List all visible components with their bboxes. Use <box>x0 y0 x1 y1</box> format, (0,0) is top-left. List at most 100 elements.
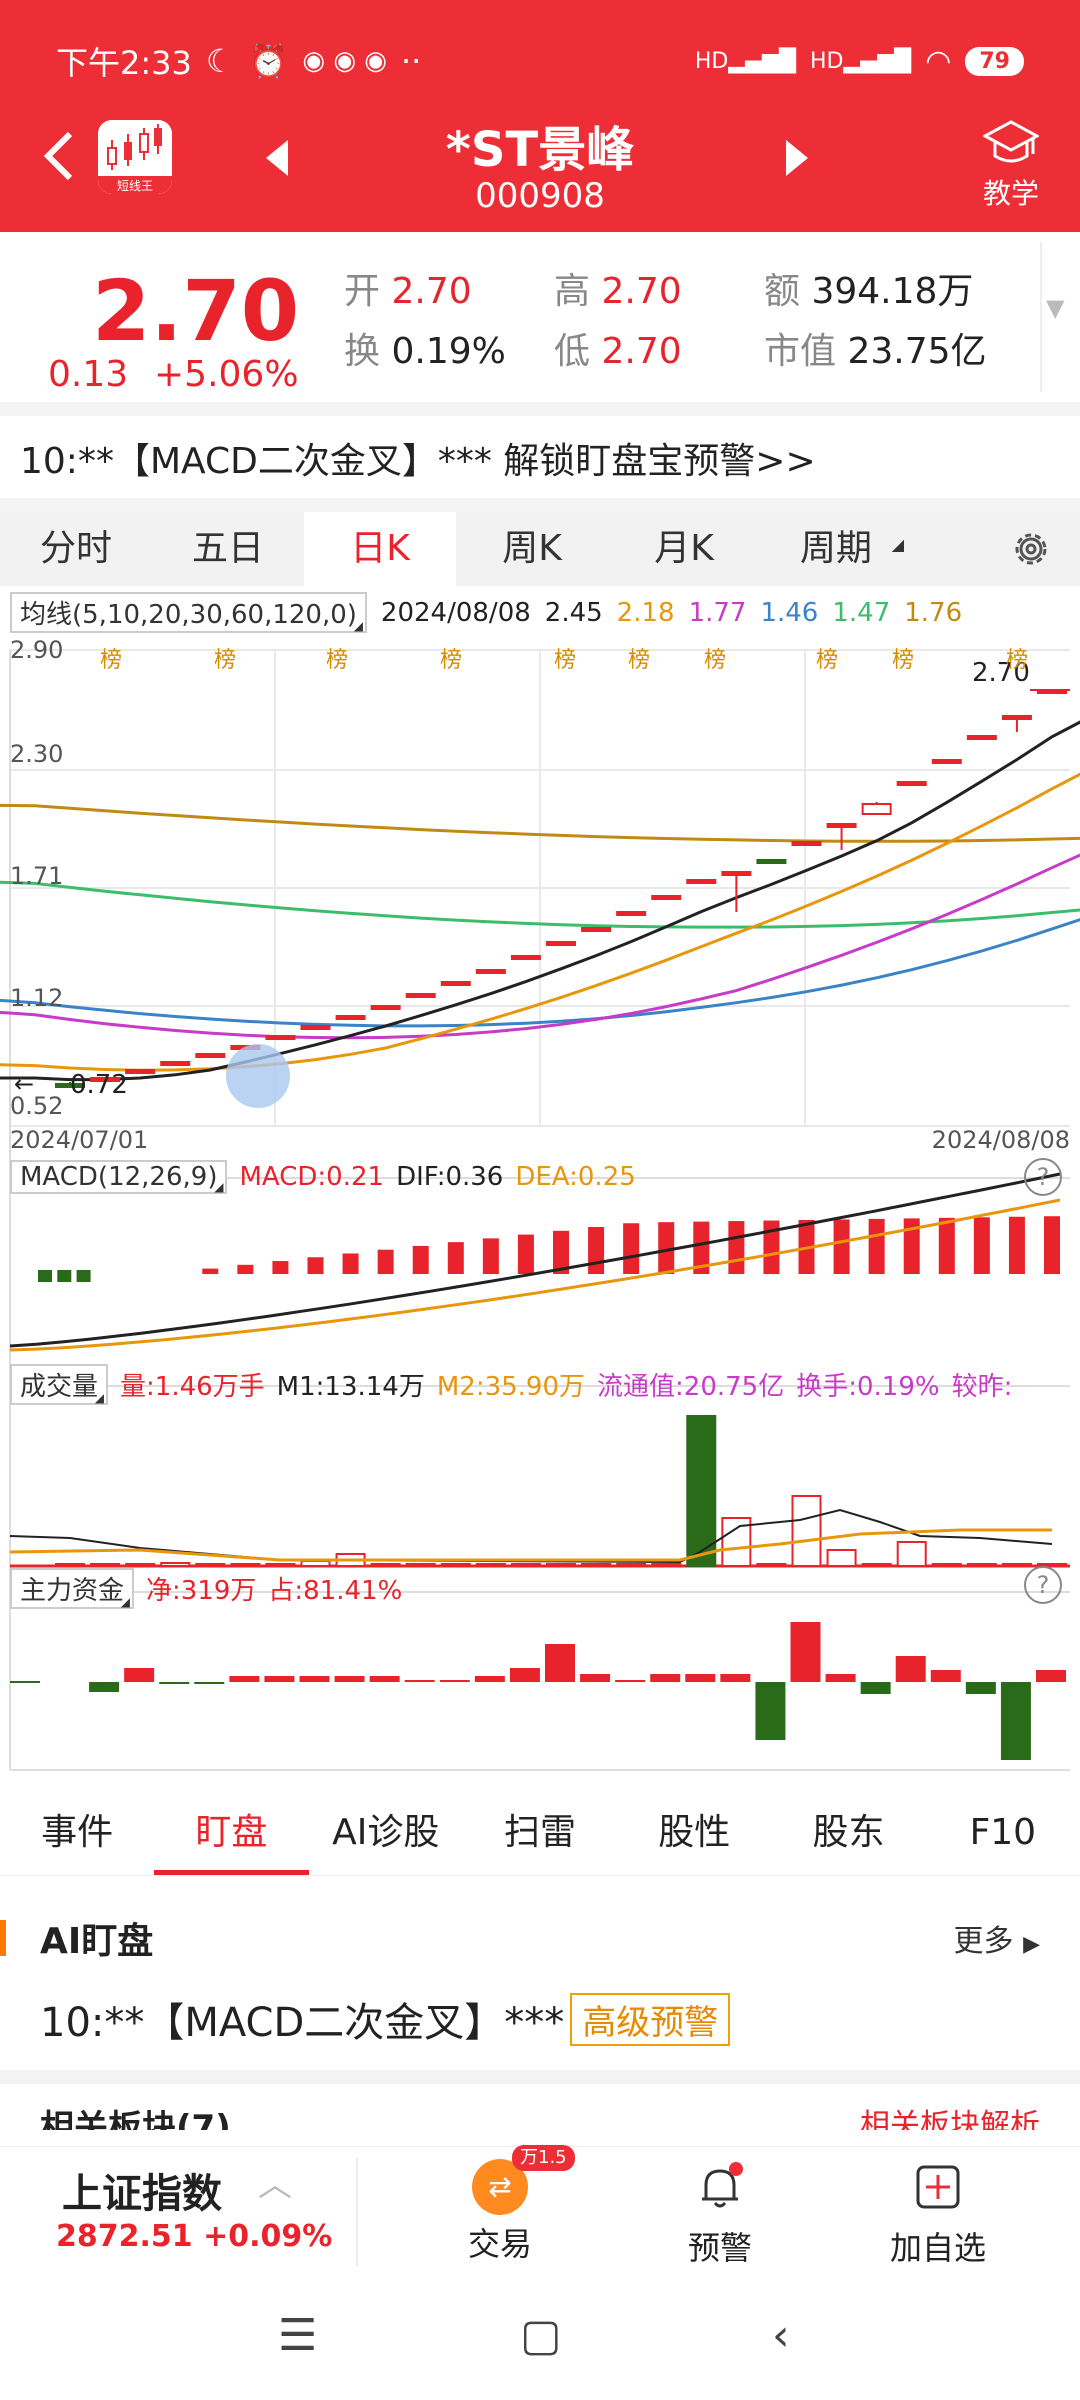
fund-settings-button[interactable]: 主力资金 ◢ <box>10 1568 135 1609</box>
gear-icon[interactable] <box>1010 528 1052 570</box>
add-favorite-button[interactable]: 加自选 <box>868 2159 1008 2269</box>
volume-bar <box>616 1563 647 1567</box>
fund-bar <box>755 1682 786 1740</box>
price-change: 0.13 <box>48 354 129 395</box>
tab-ai-diagnosis[interactable]: AI诊股 <box>309 1790 463 1875</box>
tab-monthly-k[interactable]: 月K <box>608 512 760 586</box>
tab-f10[interactable]: F10 <box>926 1790 1080 1875</box>
back-nav-icon[interactable]: ‹ <box>772 2310 790 2361</box>
bang-marker[interactable]: 榜 <box>554 642 576 674</box>
candle <box>791 841 822 846</box>
alarm-icon: ⏰ <box>248 42 289 80</box>
volume-bar <box>405 1563 436 1567</box>
add-favorite-icon <box>916 2165 960 2209</box>
candle <box>686 879 717 884</box>
macd-bar <box>833 1219 850 1274</box>
ma-settings-button[interactable]: 均线(5,10,20,30,60,120,0) ◢ <box>10 592 367 633</box>
chevron-up-icon[interactable]: ︿ <box>258 2157 292 2206</box>
volume-bar <box>966 1563 997 1567</box>
macd-alert-banner[interactable]: 10:**【MACD二次金叉】*** 解锁盯盘宝预警>> <box>0 424 1080 500</box>
home-icon[interactable]: ▢ <box>520 2310 562 2361</box>
fund-bar <box>965 1682 996 1694</box>
macd-help-icon[interactable]: ? <box>1024 1158 1062 1196</box>
fund-bar <box>650 1674 681 1682</box>
fund-bar <box>1000 1682 1031 1760</box>
tab-intraday[interactable]: 分时 <box>0 512 152 586</box>
macd-bar <box>412 1245 429 1274</box>
tab-daily-k[interactable]: 日K <box>304 512 456 586</box>
volume-legend: 成交量 ◢ 量:1.46万手 M1:13.14万 M2:35.90万 流通值:20… <box>10 1364 1012 1405</box>
ai-alert-item[interactable]: 10:**【MACD二次金叉】*** 高级预警 <box>40 1990 731 2048</box>
volume-turnover: 换手:0.19% <box>796 1372 940 1402</box>
bang-marker[interactable]: 榜 <box>214 642 236 674</box>
fund-bar <box>895 1656 926 1682</box>
macd-bar <box>868 1218 885 1274</box>
signal-icon-2: HD▂▄▆█ <box>810 48 912 74</box>
teach-button[interactable]: 教学 <box>976 118 1046 212</box>
tab-five-day[interactable]: 五日 <box>152 512 304 586</box>
ma10-value: 2.18 <box>616 597 675 628</box>
index-name[interactable]: 上证指数 <box>62 2161 222 2219</box>
tab-events[interactable]: 事件 <box>0 1790 154 1875</box>
signal-icon: HD▂▄▆█ <box>694 48 797 74</box>
tab-watch[interactable]: 盯盘 <box>154 1790 309 1875</box>
premium-alert-tag[interactable]: 高级预警 <box>570 1992 731 2046</box>
tab-stock-character[interactable]: 股性 <box>617 1790 771 1875</box>
candle <box>1001 715 1032 720</box>
separator <box>0 2070 1080 2084</box>
bang-marker[interactable]: 榜 <box>704 642 726 674</box>
menu-icon[interactable]: ☰ <box>278 2310 317 2361</box>
info-tabs: 事件 盯盘 AI诊股 扫雷 股性 股东 F10 <box>0 1790 1080 1876</box>
related-sectors-link[interactable]: 相关板块解析 <box>860 2100 1040 2130</box>
tab-period[interactable]: 周期 ◢ <box>760 512 912 586</box>
macd-bar <box>342 1253 359 1274</box>
ma60-value: 1.47 <box>832 597 891 628</box>
candle <box>546 941 576 946</box>
bang-marker[interactable]: 榜 <box>326 642 348 674</box>
trade-button[interactable]: ⇄ 万1.5 交易 <box>430 2145 575 2265</box>
macd-bar <box>1044 1216 1060 1274</box>
volume-bar <box>896 1541 927 1567</box>
next-stock-button[interactable] <box>782 136 812 191</box>
volume-bar <box>686 1415 717 1567</box>
candle <box>125 1069 156 1074</box>
separator <box>0 402 1080 416</box>
alert-button[interactable]: 预警 <box>650 2159 790 2269</box>
expand-quote-icon[interactable]: ▼ <box>1046 294 1064 322</box>
ma-legend: 均线(5,10,20,30,60,120,0) ◢ 2024/08/08 2.45… <box>10 592 962 633</box>
candle <box>300 1025 331 1030</box>
macd-bar <box>272 1261 289 1274</box>
volume-m2-line <box>9 1528 1052 1562</box>
bang-marker[interactable]: 榜 <box>628 642 650 674</box>
quote-panel: 2.70 0.13 +5.06% 开 2.70 高 2.70 额 394.18万… <box>0 232 1080 402</box>
volume-bar <box>756 1563 787 1567</box>
bang-marker[interactable]: 榜 <box>892 642 914 674</box>
related-sectors-title: 相关板块(7) <box>40 2108 231 2130</box>
tab-weekly-k[interactable]: 周K <box>456 512 608 586</box>
chart-area[interactable]: 均线(5,10,20,30,60,120,0) ◢ 2024/08/08 2.45… <box>0 586 1080 1776</box>
macd-settings-button[interactable]: MACD(12,26,9) ◢ <box>10 1160 228 1194</box>
ai-more-link[interactable]: 更多 ▶ <box>954 1916 1040 1960</box>
bang-marker[interactable]: 榜 <box>1006 642 1028 674</box>
fund-bar <box>264 1676 295 1682</box>
tab-shareholders[interactable]: 股东 <box>771 1790 925 1875</box>
more-dots-icon: ·· <box>401 42 422 80</box>
ma30-value: 1.46 <box>760 597 819 628</box>
bang-marker[interactable]: 榜 <box>440 642 462 674</box>
bang-marker[interactable]: 榜 <box>816 642 838 674</box>
bang-marker[interactable]: 榜 <box>100 642 122 674</box>
fund-net: 净:319万 <box>146 1576 257 1606</box>
volume-settings-button[interactable]: 成交量 ◢ <box>10 1364 109 1405</box>
ma20-value: 1.77 <box>688 597 747 628</box>
price-change-percent: +5.06% <box>154 354 299 395</box>
candle <box>931 759 962 764</box>
fund-bar <box>720 1674 751 1682</box>
fund-help-icon[interactable]: ? <box>1024 1566 1062 1604</box>
fund-bar <box>545 1644 575 1682</box>
fund-bar <box>930 1670 961 1682</box>
fund-bar <box>790 1622 821 1682</box>
volume-bar <box>1001 1563 1032 1567</box>
tab-risk-scan[interactable]: 扫雷 <box>463 1790 617 1875</box>
quote-divider <box>1040 242 1042 392</box>
candle <box>335 1015 366 1020</box>
